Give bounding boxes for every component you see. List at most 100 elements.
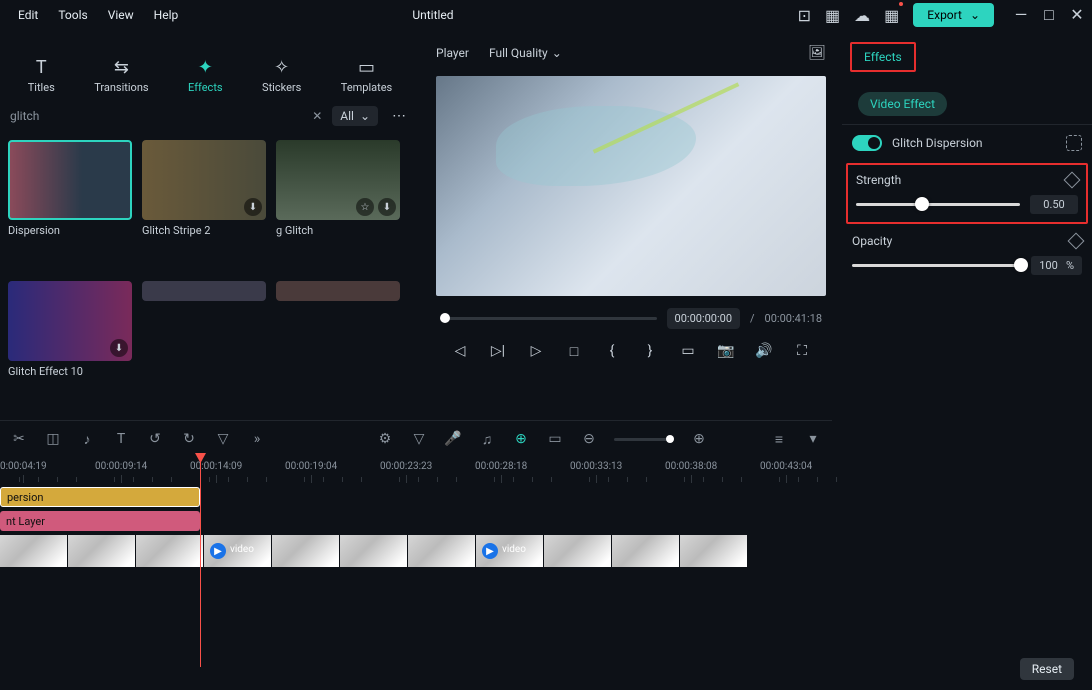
effects-properties-tab[interactable]: Effects bbox=[850, 42, 916, 72]
download-icon[interactable]: ⬇ bbox=[378, 198, 396, 216]
slider-thumb[interactable] bbox=[915, 197, 929, 211]
zoom-in-button[interactable]: ⊕ bbox=[690, 430, 708, 448]
more-options-button[interactable]: ⋯ bbox=[388, 108, 410, 124]
redo-icon[interactable]: ↻ bbox=[180, 430, 198, 448]
effect-item[interactable]: ☆ ⬇ g Glitch bbox=[276, 140, 400, 271]
volume-icon[interactable]: 🔊 bbox=[756, 343, 772, 359]
cut-icon[interactable]: ✂ bbox=[10, 430, 28, 448]
effect-thumb: ⬇ bbox=[8, 281, 132, 361]
speed-icon[interactable]: ♪ bbox=[78, 430, 96, 448]
tab-effects-label: Effects bbox=[188, 81, 223, 94]
opacity-value[interactable]: 100 % bbox=[1031, 256, 1082, 275]
track-list-icon[interactable]: ≡ bbox=[770, 430, 788, 448]
video-effect-badge[interactable]: Video Effect bbox=[858, 92, 947, 116]
progress-thumb[interactable] bbox=[440, 313, 450, 323]
zoom-slider[interactable] bbox=[614, 438, 674, 441]
download-icon[interactable]: ⬇ bbox=[110, 339, 128, 357]
effect-enable-toggle[interactable] bbox=[852, 135, 882, 151]
download-icon[interactable]: ⬇ bbox=[244, 198, 262, 216]
opacity-slider[interactable] bbox=[852, 264, 1021, 267]
expand-icon[interactable]: » bbox=[248, 430, 266, 448]
mark-in-button[interactable]: { bbox=[604, 343, 620, 359]
search-input[interactable]: glitch bbox=[10, 109, 302, 123]
keyframe-icon[interactable] bbox=[1064, 172, 1081, 189]
export-label: Export bbox=[927, 8, 962, 22]
camera-icon[interactable]: 📷 bbox=[718, 343, 734, 359]
screen-icon[interactable]: ⊡ bbox=[798, 6, 811, 25]
assets-panel: T Titles ⇆ Transitions ✦ Effects ✧ Stick… bbox=[0, 30, 420, 420]
effect-item[interactable] bbox=[142, 281, 266, 412]
effect-item[interactable]: ⬇ Glitch Effect 10 bbox=[8, 281, 132, 412]
tab-effects[interactable]: ✦ Effects bbox=[180, 51, 231, 100]
grid-icon[interactable]: ▦ bbox=[884, 6, 899, 25]
slider-thumb[interactable] bbox=[1014, 258, 1028, 272]
effect-item-label: Glitch Stripe 2 bbox=[142, 224, 266, 237]
play-button[interactable]: ▷ bbox=[528, 343, 544, 359]
mark-out-button[interactable]: } bbox=[642, 343, 658, 359]
step-back-button[interactable]: ▷| bbox=[490, 343, 506, 359]
video-preview[interactable] bbox=[436, 76, 826, 296]
zoom-out-button[interactable]: ⊖ bbox=[580, 430, 598, 448]
reset-button[interactable]: Reset bbox=[1020, 658, 1074, 680]
video-track[interactable] bbox=[0, 535, 748, 567]
display-icon[interactable]: ▭ bbox=[680, 343, 696, 359]
stop-button[interactable]: □ bbox=[566, 343, 582, 359]
track-options-icon[interactable]: ▾ bbox=[804, 430, 822, 448]
save-icon[interactable]: ▦ bbox=[825, 6, 840, 25]
effect-item[interactable]: ⬇ Glitch Stripe 2 bbox=[142, 140, 266, 271]
magnet-snap-icon[interactable]: ⊕ bbox=[512, 430, 530, 448]
filter-dropdown[interactable]: All ⌄ bbox=[332, 106, 378, 126]
opacity-number: 100 bbox=[1039, 259, 1058, 272]
strength-value[interactable]: 0.50 bbox=[1030, 195, 1078, 214]
fullscreen-icon[interactable]: ⛶ bbox=[794, 343, 810, 359]
strength-param: Strength 0.50 bbox=[846, 163, 1088, 224]
close-button[interactable]: ✕ bbox=[1070, 5, 1084, 25]
snapshot-icon[interactable]: 🖼 bbox=[808, 45, 826, 61]
progress-slider[interactable] bbox=[440, 317, 657, 320]
properties-panel: Effects Video Effect Glitch Dispersion S… bbox=[842, 30, 1092, 420]
export-button[interactable]: Export ⌄ bbox=[913, 3, 994, 27]
total-time: 00:00:41:18 bbox=[765, 312, 822, 325]
aspect-icon[interactable]: ▭ bbox=[546, 430, 564, 448]
playhead[interactable] bbox=[200, 457, 201, 667]
tab-transitions-label: Transitions bbox=[94, 81, 148, 94]
cloud-icon[interactable]: ☁ bbox=[854, 6, 870, 25]
music-note-icon[interactable]: ♫ bbox=[478, 430, 496, 448]
minimize-button[interactable]: — bbox=[1014, 5, 1028, 25]
current-time: 00:00:00:00 bbox=[667, 308, 740, 329]
titles-icon: T bbox=[31, 57, 51, 77]
reset-effect-icon[interactable] bbox=[1066, 135, 1082, 151]
shield-icon[interactable]: ▽ bbox=[410, 430, 428, 448]
tab-titles[interactable]: T Titles bbox=[20, 51, 63, 100]
mic-icon[interactable]: 🎤 bbox=[444, 430, 462, 448]
effect-thumb: ⬇ bbox=[142, 140, 266, 220]
menu-edit[interactable]: Edit bbox=[8, 4, 48, 26]
timeline-tracks[interactable]: persion nt Layer bbox=[0, 487, 832, 667]
timeline-ruler[interactable]: 0:00:04:1900:00:09:1400:00:14:0900:00:19… bbox=[0, 457, 832, 487]
tab-stickers[interactable]: ✧ Stickers bbox=[254, 51, 309, 100]
opacity-param: Opacity 100 % bbox=[842, 226, 1092, 283]
maximize-button[interactable]: □ bbox=[1042, 5, 1056, 25]
undo-icon[interactable]: ↺ bbox=[146, 430, 164, 448]
tab-transitions[interactable]: ⇆ Transitions bbox=[86, 51, 156, 100]
favorite-icon[interactable]: ☆ bbox=[356, 198, 374, 216]
chevron-down-icon: ⌄ bbox=[970, 8, 980, 22]
timeline-area: ✂ ◫ ♪ T ↺ ↻ ▽ » ⚙ ▽ 🎤 ♫ ⊕ ▭ ⊖ ⊕ ≡ ▾ 0:00… bbox=[0, 420, 832, 688]
prev-frame-button[interactable]: ◁ bbox=[452, 343, 468, 359]
templates-icon: ▭ bbox=[357, 57, 377, 77]
effect-item[interactable]: Dispersion bbox=[8, 140, 132, 271]
time-separator: / bbox=[750, 312, 755, 325]
keyframe-icon[interactable] bbox=[1068, 233, 1085, 250]
tab-templates[interactable]: ▭ Templates bbox=[333, 51, 400, 100]
settings-gear-icon[interactable]: ⚙ bbox=[376, 430, 394, 448]
adjustment-clip[interactable]: nt Layer bbox=[0, 511, 200, 531]
effect-clip[interactable]: persion bbox=[0, 487, 200, 507]
quality-dropdown[interactable]: Full Quality bbox=[483, 43, 564, 63]
applied-effect-name: Glitch Dispersion bbox=[892, 136, 1056, 150]
effect-item[interactable] bbox=[276, 281, 400, 412]
clear-search-button[interactable]: ✕ bbox=[312, 109, 322, 123]
crop-icon[interactable]: ◫ bbox=[44, 430, 62, 448]
strength-slider[interactable] bbox=[856, 203, 1020, 206]
marker-tool-icon[interactable]: ▽ bbox=[214, 430, 232, 448]
text-tool-icon[interactable]: T bbox=[112, 430, 130, 448]
